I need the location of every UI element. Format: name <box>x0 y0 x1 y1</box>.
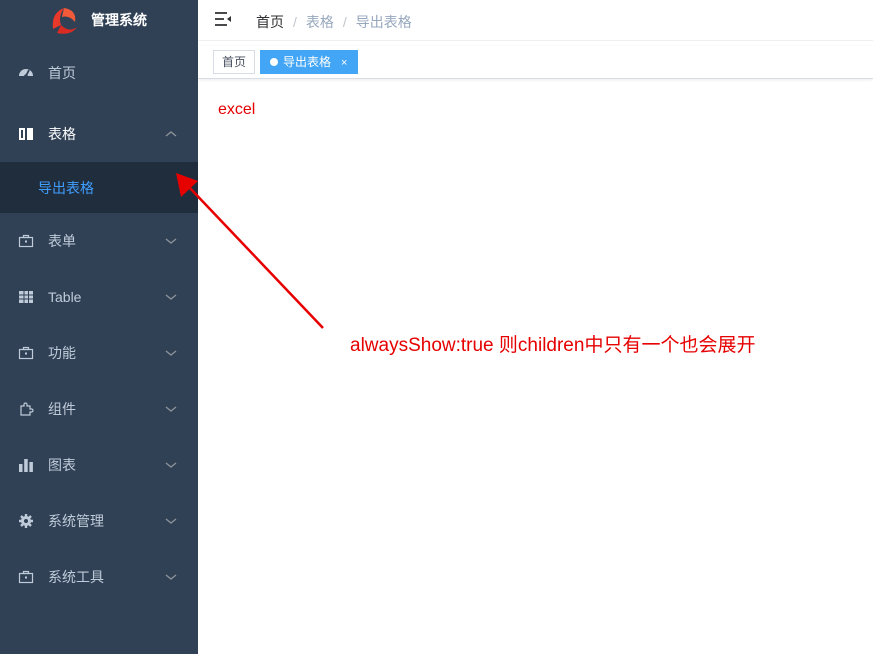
hamburger-icon[interactable] <box>214 11 232 27</box>
sidebar-item-label: 组件 <box>48 401 76 417</box>
table-grid-icon <box>18 289 34 305</box>
book-icon <box>18 126 34 142</box>
sidebar-item-label: 系统管理 <box>48 513 104 529</box>
page-content-text: excel <box>218 101 256 118</box>
gear-icon <box>18 513 34 529</box>
breadcrumb-table[interactable]: 表格 <box>306 14 334 30</box>
sidebar-item-table-menu[interactable]: 表格 <box>0 106 198 162</box>
bar-chart-icon <box>18 457 34 473</box>
tag-label: 首页 <box>222 55 247 69</box>
tag-export-table[interactable]: 导出表格 × <box>260 50 359 74</box>
sidebar-item-system-management[interactable]: 系统管理 <box>0 493 198 549</box>
sidebar-item-function[interactable]: 功能 <box>0 325 198 381</box>
sidebar-item-label: 图表 <box>48 457 76 473</box>
chevron-down-icon <box>165 350 177 356</box>
sidebar-item-label: 表格 <box>48 126 76 142</box>
chevron-down-icon <box>165 462 177 468</box>
sidebar-item-home[interactable]: 首页 <box>0 40 198 106</box>
sidebar-item-table[interactable]: Table <box>0 269 198 325</box>
sidebar-item-components[interactable]: 组件 <box>0 381 198 437</box>
breadcrumb-current: 导出表格 <box>355 14 412 30</box>
dashboard-icon <box>18 65 34 81</box>
annotation-text: alwaysShow:true 则children中只有一个也会展开 <box>350 335 756 356</box>
chevron-up-icon <box>165 131 177 137</box>
logo-icon <box>47 3 81 37</box>
chevron-down-icon <box>165 406 177 412</box>
logo-area[interactable]: 管理系统 <box>0 0 198 40</box>
sidebar-item-label: 系统工具 <box>48 569 104 585</box>
app-title: 管理系统 <box>91 12 147 28</box>
sidebar-subitem-label: 导出表格 <box>38 179 94 196</box>
main-area: 首页 / 表格 / 导出表格 首页 导出表格 × excel <box>198 0 873 654</box>
breadcrumb-separator: / <box>342 14 347 30</box>
sidebar-item-charts[interactable]: 图表 <box>0 437 198 493</box>
sidebar-item-label: Table <box>48 289 82 305</box>
tag-home[interactable]: 首页 <box>213 50 256 74</box>
puzzle-icon <box>18 401 34 417</box>
toolbox-icon <box>18 569 34 585</box>
tag-label: 导出表格 <box>283 55 332 69</box>
sidebar-item-system-tools[interactable]: 系统工具 <box>0 549 198 605</box>
sidebar-item-label: 功能 <box>48 345 76 361</box>
sidebar-item-label: 表单 <box>48 233 76 249</box>
breadcrumb-separator: / <box>293 14 297 30</box>
sidebar-item-label: 首页 <box>48 65 76 81</box>
breadcrumb-home[interactable]: 首页 <box>256 14 284 30</box>
chevron-down-icon <box>165 574 177 580</box>
sidebar: 管理系统 首页 表格 导出表格 表单 Table 功能 组件 图表 系统管理 系… <box>0 0 198 654</box>
active-dot-icon <box>270 58 278 66</box>
sidebar-item-form[interactable]: 表单 <box>0 213 198 269</box>
breadcrumb: 首页 / 表格 / 导出表格 <box>256 12 412 32</box>
toolbox-icon <box>18 345 34 361</box>
chevron-down-icon <box>165 294 177 300</box>
close-icon[interactable]: × <box>341 57 347 69</box>
sidebar-subitem-export-table[interactable]: 导出表格 <box>0 162 198 213</box>
navbar: 首页 / 表格 / 导出表格 <box>198 0 873 41</box>
toolbox-icon <box>18 233 34 249</box>
chevron-down-icon <box>165 518 177 524</box>
chevron-down-icon <box>165 238 177 244</box>
tags-view: 首页 导出表格 × <box>198 46 873 79</box>
